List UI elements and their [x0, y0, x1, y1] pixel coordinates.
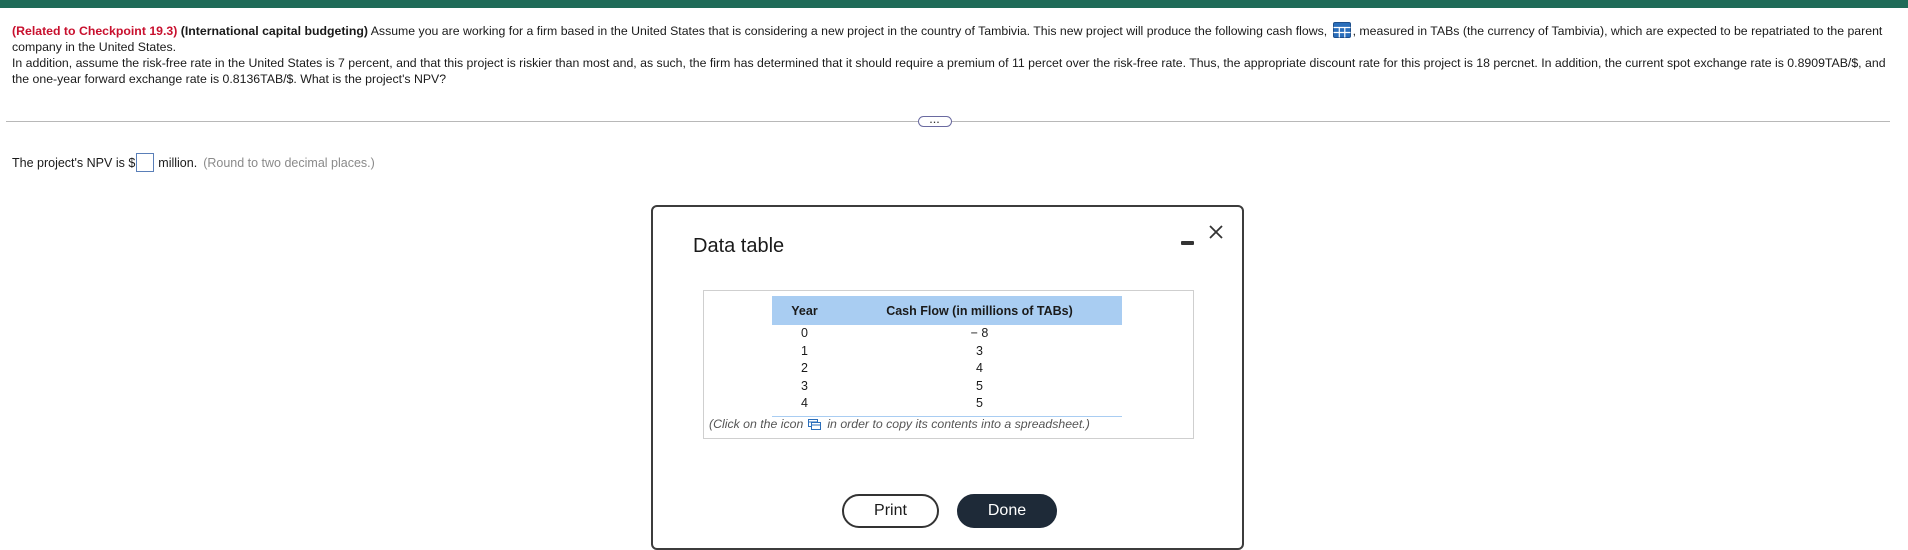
note-before: (Click on the icon	[709, 417, 804, 431]
answer-hint: (Round to two decimal places.)	[203, 155, 375, 170]
cell-year: 2	[801, 361, 808, 376]
table-note: (Click on the icon in order to copy its …	[709, 417, 1090, 431]
close-icon[interactable]	[1205, 221, 1227, 243]
cell-year: 4	[801, 396, 808, 411]
question-topic: (International capital budgeting)	[180, 24, 368, 38]
npv-answer-input[interactable]	[136, 153, 155, 172]
header-year: Year	[772, 296, 837, 325]
cell-cash-flow: 4	[976, 361, 983, 376]
question-reference: (Related to Checkpoint 19.3)	[12, 24, 178, 38]
cell-cash-flow: − 8	[970, 326, 989, 341]
table-row: 2 4	[772, 360, 1122, 378]
header-cash-flow: Cash Flow (in millions of TABs)	[837, 296, 1122, 325]
print-button[interactable]: Print	[842, 494, 939, 528]
cell-cash-flow: 5	[976, 378, 983, 393]
answer-suffix: million.	[158, 155, 198, 170]
answer-prefix: The project's NPV is $	[12, 155, 136, 170]
done-button[interactable]: Done	[957, 494, 1057, 528]
table-row: 4 5	[772, 395, 1122, 413]
question-body-part1: Assume you are working for a firm based …	[370, 24, 1328, 38]
table-row: 3 5	[772, 378, 1122, 396]
copy-icon[interactable]	[808, 418, 822, 430]
cell-cash-flow: 3	[976, 343, 983, 358]
question-body-part3: In addition, assume the risk-free rate i…	[12, 56, 1886, 86]
note-after: in order to copy its contents into a spr…	[827, 417, 1090, 431]
table-row: 1 3	[772, 343, 1122, 361]
table-icon[interactable]	[1332, 22, 1351, 38]
cell-year: 3	[801, 378, 808, 393]
cell-cash-flow: 5	[976, 396, 983, 411]
table-frame: Year Cash Flow (in millions of TABs) 0 −…	[703, 290, 1194, 439]
cell-year: 1	[801, 343, 808, 358]
cell-year: 0	[801, 326, 808, 341]
table-row: 0 − 8	[772, 325, 1122, 343]
question-text: (Related to Checkpoint 19.3) (Internatio…	[12, 22, 1892, 87]
minimize-icon[interactable]	[1181, 241, 1194, 245]
answer-line: The project's NPV is $ million. (Round t…	[12, 153, 375, 172]
expand-button[interactable]: ...	[918, 115, 952, 127]
top-banner	[0, 0, 1908, 8]
cash-flow-table: Year Cash Flow (in millions of TABs) 0 −…	[772, 296, 1122, 413]
data-table-dialog: Data table Year Cash Flow (in millions o…	[651, 205, 1244, 550]
dialog-title: Data table	[693, 235, 785, 257]
